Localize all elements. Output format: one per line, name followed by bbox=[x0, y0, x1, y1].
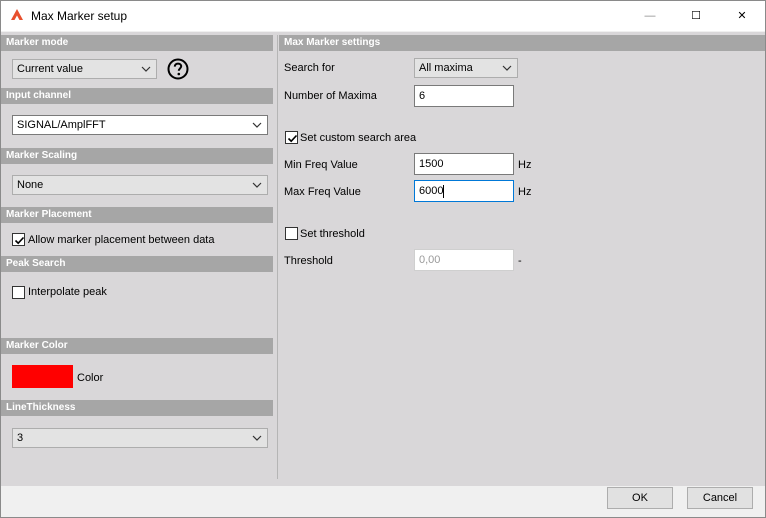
line-thickness-select[interactable]: 3 bbox=[12, 428, 268, 448]
marker-mode-select[interactable]: Current value bbox=[12, 59, 157, 79]
allow-placement-checkbox[interactable] bbox=[12, 233, 25, 246]
checkmark-icon bbox=[14, 236, 25, 245]
maximize-button[interactable]: ☐ bbox=[673, 1, 719, 31]
custom-search-area-checkbox[interactable] bbox=[285, 131, 298, 144]
number-of-maxima-input[interactable]: 6 bbox=[414, 85, 514, 107]
text-caret bbox=[443, 184, 445, 198]
threshold-label: Threshold bbox=[284, 255, 333, 267]
title-bar: Max Marker setup — ☐ ✕ bbox=[1, 1, 765, 31]
chevron-down-icon bbox=[252, 182, 262, 188]
cancel-button[interactable]: Cancel bbox=[687, 487, 753, 509]
interpolate-peak-checkbox[interactable] bbox=[12, 286, 25, 299]
min-freq-input[interactable]: 1500 bbox=[414, 153, 514, 175]
line-thickness-header: LineThickness bbox=[1, 400, 273, 416]
search-for-value: All maxima bbox=[419, 62, 473, 74]
dewesoft-logo-icon bbox=[11, 9, 23, 20]
marker-color-label: Color bbox=[77, 372, 104, 384]
chevron-down-icon bbox=[252, 435, 262, 441]
minimize-button[interactable]: — bbox=[627, 1, 673, 31]
chevron-down-icon bbox=[141, 66, 151, 72]
input-channel-value: SIGNAL/AmplFFT bbox=[17, 119, 106, 131]
dialog-content: Marker mode Current value Input channel … bbox=[1, 32, 765, 486]
ok-button[interactable]: OK bbox=[607, 487, 673, 509]
max-marker-settings-header: Max Marker settings bbox=[279, 35, 765, 51]
max-freq-input[interactable]: 6000 bbox=[414, 180, 514, 202]
custom-search-area-label: Set custom search area bbox=[300, 132, 417, 144]
min-freq-unit: Hz bbox=[518, 159, 532, 171]
max-freq-unit: Hz bbox=[518, 186, 532, 198]
allow-placement-label: Allow marker placement between data bbox=[28, 234, 215, 246]
max-freq-label: Max Freq Value bbox=[284, 186, 361, 198]
min-freq-label: Min Freq Value bbox=[284, 159, 358, 171]
marker-mode-header: Marker mode bbox=[1, 35, 273, 51]
marker-color-swatch[interactable] bbox=[12, 365, 73, 388]
peak-search-header: Peak Search bbox=[1, 256, 273, 272]
max-marker-setup-dialog: Max Marker setup — ☐ ✕ Marker mode Curre… bbox=[0, 0, 766, 518]
close-button[interactable]: ✕ bbox=[719, 1, 765, 31]
search-for-select[interactable]: All maxima bbox=[414, 58, 518, 78]
threshold-unit: - bbox=[518, 255, 522, 267]
chevron-down-icon bbox=[502, 65, 512, 71]
interpolate-peak-label: Interpolate peak bbox=[28, 286, 107, 298]
set-threshold-checkbox[interactable] bbox=[285, 227, 298, 240]
chevron-down-icon bbox=[252, 122, 262, 128]
search-for-label: Search for bbox=[284, 62, 335, 74]
marker-scaling-value: None bbox=[17, 179, 44, 191]
threshold-input[interactable]: 0,00 bbox=[414, 249, 514, 271]
line-thickness-value: 3 bbox=[17, 432, 24, 444]
number-of-maxima-label: Number of Maxima bbox=[284, 90, 377, 102]
set-threshold-label: Set threshold bbox=[300, 228, 365, 240]
question-circle-icon[interactable] bbox=[167, 58, 189, 80]
marker-mode-value: Current value bbox=[17, 63, 84, 75]
input-channel-select[interactable]: SIGNAL/AmplFFT bbox=[12, 115, 268, 135]
window-title: Max Marker setup bbox=[31, 9, 128, 23]
marker-scaling-header: Marker Scaling bbox=[1, 148, 273, 164]
marker-color-header: Marker Color bbox=[1, 338, 273, 354]
input-channel-header: Input channel bbox=[1, 88, 273, 104]
marker-scaling-select[interactable]: None bbox=[12, 175, 268, 195]
max-freq-value: 6000 bbox=[419, 185, 444, 197]
marker-placement-header: Marker Placement bbox=[1, 207, 273, 223]
checkmark-icon bbox=[287, 134, 298, 143]
panel-divider bbox=[277, 35, 278, 479]
